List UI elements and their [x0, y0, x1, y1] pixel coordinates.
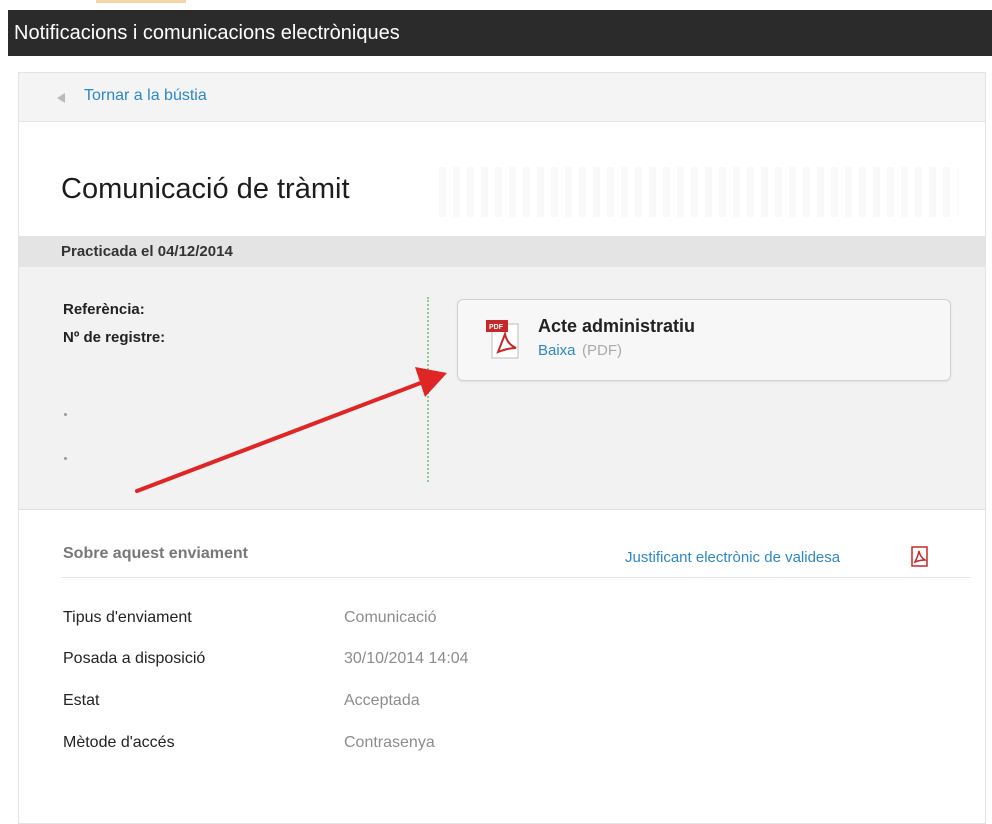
document-card[interactable]: PDF Acte administratiu Baixa (PDF)	[457, 299, 951, 381]
section-heading: Sobre aquest enviament	[63, 545, 248, 562]
document-title: Acte administratiu	[538, 316, 696, 336]
section-divider	[61, 577, 971, 578]
download-link[interactable]: Baixa	[538, 342, 576, 359]
referencia-label: Referència:	[63, 301, 145, 318]
back-arrow-icon[interactable]	[57, 93, 65, 103]
top-accent	[96, 0, 186, 3]
redacted-dot	[64, 457, 67, 460]
justificant-link[interactable]: Justificant electrònic de validesa	[625, 549, 840, 566]
pdf-file-icon: PDF	[486, 320, 519, 359]
info-label: Estat	[63, 692, 100, 709]
info-label: Tipus d'enviament	[63, 609, 192, 626]
svg-text:PDF: PDF	[489, 324, 504, 331]
page-title: Comunicació de tràmit	[61, 173, 350, 205]
app-header-title: Notificacions i comunicacions electròniq…	[8, 10, 992, 56]
back-to-inbox-link[interactable]: Tornar a la bústia	[84, 87, 207, 105]
document-format: (PDF)	[582, 342, 622, 359]
info-value: Acceptada	[344, 692, 420, 709]
info-value: Comunicació	[344, 609, 437, 626]
info-value: 30/10/2014 14:04	[344, 650, 469, 667]
notification-card: Tornar a la bústia Comunicació de tràmit…	[18, 72, 986, 824]
info-label: Mètode d'accés	[63, 734, 175, 751]
back-bar: Tornar a la bústia	[19, 73, 985, 122]
redacted-dot	[64, 413, 67, 416]
pdf-icon[interactable]	[909, 545, 929, 567]
blurred-content	[439, 167, 959, 217]
practicada-bar: Practicada el 04/12/2014	[19, 236, 985, 267]
info-label: Posada a disposició	[63, 650, 206, 667]
info-value: Contrasenya	[344, 734, 435, 751]
divider	[427, 297, 429, 482]
details-panel: Referència: Nº de registre: PDF Acte adm…	[19, 267, 985, 510]
registre-label: Nº de registre:	[63, 329, 166, 346]
